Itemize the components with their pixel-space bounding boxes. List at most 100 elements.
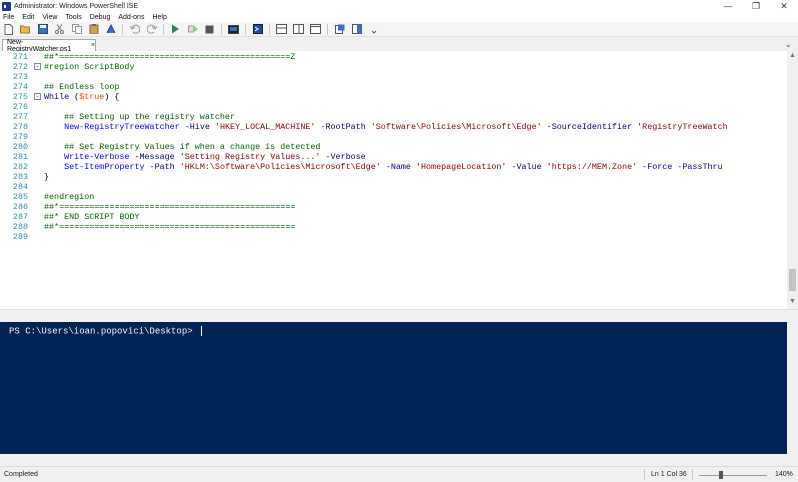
code-token: -Name (385, 162, 411, 172)
line-number: 277 (12, 112, 28, 122)
code-line[interactable]: 288 ##*==================================… (0, 222, 787, 232)
code-text: ## Endless loop (44, 82, 119, 92)
scroll-up-arrow-icon[interactable]: ▲ (787, 52, 798, 62)
redo-icon[interactable] (146, 24, 157, 35)
toolbar (0, 22, 798, 37)
code-text: ## Set Registry Values if when a change … (44, 142, 320, 152)
line-number: 288 (12, 222, 28, 232)
code-token: Write-Verbose (64, 152, 130, 162)
console-vertical-scrollbar[interactable] (787, 322, 798, 454)
line-number: 274 (12, 82, 28, 92)
status-divider (644, 469, 645, 480)
code-line[interactable]: 274 ## Endless loop (0, 82, 787, 92)
menu-addons[interactable]: Add-ons (115, 14, 149, 21)
start-powershell-icon[interactable] (252, 24, 263, 35)
run-script-icon[interactable] (170, 24, 181, 35)
menu-debug[interactable]: Debug (87, 14, 116, 21)
line-number: 276 (12, 102, 28, 112)
script-editor[interactable]: 271 ##*==================================… (0, 51, 787, 309)
code-line[interactable]: 278 New-RegistryTreeWatcher -Hive 'HKEY_… (0, 122, 787, 132)
tab-new-registrywatcher[interactable]: New-RegistryWatcher.ps1 × (2, 39, 96, 53)
code-line[interactable]: 277 ## Setting up the registry watcher (0, 112, 787, 122)
code-token: ##*=====================================… (44, 222, 296, 232)
code-token: ## Set Registry Values if when a change … (64, 142, 321, 152)
menu-tools[interactable]: Tools (62, 14, 86, 21)
code-line[interactable]: 275- While ($true) { (0, 92, 787, 102)
menu-view[interactable]: View (39, 14, 62, 21)
scroll-down-arrow-icon[interactable]: ▼ (787, 298, 798, 308)
code-line[interactable]: 276 (0, 102, 787, 112)
code-line[interactable]: 286 ##*==================================… (0, 202, 787, 212)
menu-file[interactable]: File (0, 14, 19, 21)
fold-toggle-icon[interactable]: - (34, 63, 41, 70)
code-line[interactable]: 287 ##* END SCRIPT BODY (0, 212, 787, 222)
menu-bar: File Edit View Tools Debug Add-ons Help (0, 12, 798, 22)
minimize-button[interactable]: — (714, 0, 742, 12)
zoom-slider-track[interactable] (699, 475, 767, 476)
fold-toggle-icon[interactable]: - (34, 93, 41, 100)
code-text: #endregion (44, 192, 94, 202)
editor-vertical-scrollbar[interactable]: ▲ ▼ (787, 51, 798, 309)
show-script-right-icon[interactable] (293, 24, 304, 35)
show-command-addon-icon[interactable] (351, 24, 362, 35)
pane-splitter[interactable] (0, 309, 798, 322)
code-line[interactable]: 273 (0, 72, 787, 82)
code-token: 'Setting Registry Values...' (179, 152, 321, 162)
text-cursor (201, 326, 203, 336)
toolbar-overflow-icon[interactable] (368, 24, 379, 35)
show-command-icon[interactable] (334, 24, 345, 35)
code-text: #region ScriptBody (44, 62, 134, 72)
code-line[interactable]: 272- #region ScriptBody (0, 62, 787, 72)
line-number: 284 (12, 182, 28, 192)
code-line[interactable]: 282 Set-ItemProperty -Path 'HKLM:\Softwa… (0, 162, 787, 172)
editor-scroll-thumb[interactable] (789, 269, 796, 291)
toolbar-separator (163, 23, 164, 35)
code-token: 'Software\Policies\Microsoft\Edge' (370, 122, 542, 132)
code-line[interactable]: 271 ##*==================================… (0, 52, 787, 62)
close-button[interactable]: ✕ (770, 0, 798, 12)
code-token: 'HomepageLocation' (415, 162, 507, 172)
code-text: ##*=====================================… (44, 52, 295, 62)
menu-help[interactable]: Help (149, 14, 171, 21)
console-pane[interactable]: PS C:\Users\ioan.popovici\Desktop> (0, 322, 787, 454)
code-token: ( (69, 92, 80, 102)
code-line[interactable]: 280 ## Set Registry Values if when a cha… (0, 142, 787, 152)
title-bar: Administrator: Windows PowerShell ISE — … (0, 0, 798, 12)
menu-edit[interactable]: Edit (19, 14, 39, 21)
maximize-button[interactable]: ❐ (742, 0, 770, 12)
clear-icon[interactable] (105, 24, 116, 35)
show-script-max-icon[interactable] (310, 24, 321, 35)
line-number: 280 (12, 142, 28, 152)
copy-icon[interactable] (71, 24, 82, 35)
code-line[interactable]: 283} (0, 172, 787, 182)
code-token: While (44, 92, 70, 102)
cut-icon[interactable] (54, 24, 65, 35)
line-number: 289 (12, 232, 28, 242)
save-icon[interactable] (37, 24, 48, 35)
zoom-slider-thumb[interactable] (719, 471, 723, 479)
code-line[interactable]: 281 Write-Verbose -Message 'Setting Regi… (0, 152, 787, 162)
code-text: ##*=====================================… (44, 222, 295, 232)
tab-overflow-chevron-icon[interactable]: ⌄ (784, 39, 792, 50)
code-line[interactable]: 285 #endregion (0, 192, 787, 202)
new-remote-tab-icon[interactable] (228, 24, 239, 35)
stop-icon[interactable] (204, 24, 215, 35)
open-file-icon[interactable] (20, 24, 31, 35)
code-line[interactable]: 284 (0, 182, 787, 192)
new-file-icon[interactable] (3, 23, 14, 35)
code-token: ##*=====================================… (44, 52, 296, 62)
run-selection-icon[interactable] (187, 24, 198, 35)
line-number: 278 (12, 122, 28, 132)
line-number: 287 (12, 212, 28, 222)
show-script-top-icon[interactable] (276, 24, 287, 35)
tab-close-icon[interactable]: × (91, 42, 95, 49)
cursor-position: Ln 1 Col 36 (651, 471, 687, 478)
code-token: -RootPath (320, 122, 366, 132)
code-line[interactable]: 279 (0, 132, 787, 142)
paste-icon[interactable] (88, 24, 99, 35)
code-line[interactable]: 289 (0, 232, 787, 242)
line-number: 283 (12, 172, 28, 182)
undo-icon[interactable] (129, 24, 140, 35)
code-text: ##* END SCRIPT BODY (44, 212, 140, 222)
line-number: 282 (12, 162, 28, 172)
